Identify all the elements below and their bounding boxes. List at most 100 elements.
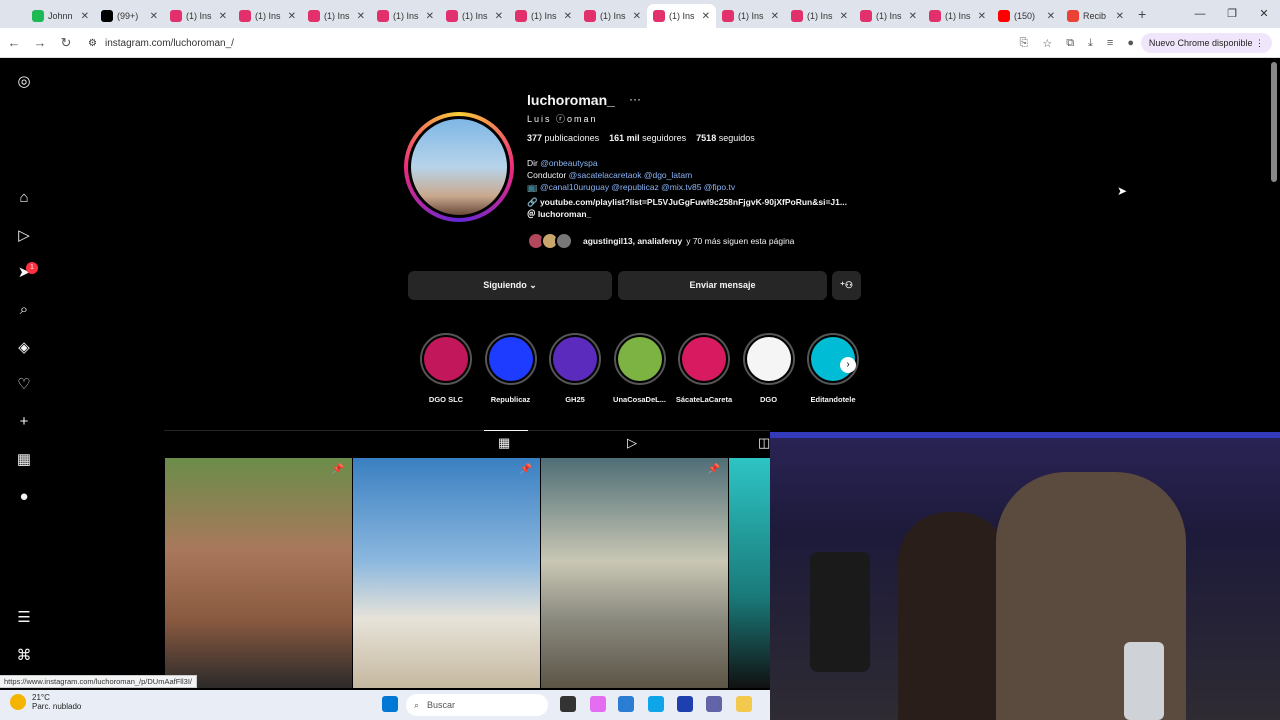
close-tab-icon[interactable]: ✕ xyxy=(219,11,227,22)
close-tab-icon[interactable]: ✕ xyxy=(564,11,572,22)
profile-avatar[interactable] xyxy=(404,112,514,222)
browser-tab[interactable]: (1) Ins ✕ xyxy=(371,4,440,28)
copilot-icon[interactable] xyxy=(590,696,606,712)
profile-avatar-icon[interactable]: ● xyxy=(14,487,34,507)
post-thumbnail[interactable]: 📌 xyxy=(541,458,728,688)
edge-icon[interactable] xyxy=(648,696,664,712)
post-thumbnail[interactable] xyxy=(729,458,770,688)
highlight-item[interactable]: Republicaz xyxy=(481,333,541,404)
site-info-icon[interactable]: ⚙ xyxy=(88,38,97,49)
weather-widget[interactable]: 21°C Parc. nublado xyxy=(10,693,81,711)
browser-tab[interactable]: (1) Ins ✕ xyxy=(716,4,785,28)
back-icon[interactable]: ← xyxy=(2,35,26,50)
profile-avatar-icon[interactable]: ● xyxy=(1127,37,1134,50)
browser-tab[interactable]: (1) Ins ✕ xyxy=(233,4,302,28)
chrome-update-button[interactable]: Nuevo Chrome disponible ⋮ xyxy=(1140,33,1272,53)
tab-title: (1) Ins xyxy=(807,11,833,21)
chevron-right-icon[interactable]: › xyxy=(840,357,856,373)
close-tab-icon[interactable]: ✕ xyxy=(81,11,89,22)
highlight-item[interactable]: DGO xyxy=(739,333,799,404)
outlook-icon[interactable] xyxy=(618,696,634,712)
browser-tab[interactable]: (1) Ins ✕ xyxy=(164,4,233,28)
install-icon[interactable]: ⎘ xyxy=(1020,37,1029,50)
media-icon[interactable]: ≡ xyxy=(1107,37,1113,50)
url-field[interactable]: ⚙ instagram.com/luchoroman_/ ⎘ ☆ ⧉ ⤓ ≡ ● xyxy=(80,32,1146,54)
browser-tab[interactable]: (99+) ✕ xyxy=(95,4,164,28)
browser-tab[interactable]: (1) Ins ✕ xyxy=(923,4,992,28)
followers-stat[interactable]: 161 mil seguidores xyxy=(609,133,686,143)
forward-icon[interactable]: → xyxy=(28,35,52,50)
close-tab-icon[interactable]: ✕ xyxy=(1116,11,1124,22)
browser-tab[interactable]: (1) Ins ✕ xyxy=(578,4,647,28)
grid-icon[interactable]: ▦ xyxy=(498,435,510,451)
post-thumbnail[interactable]: 📌 xyxy=(353,458,540,688)
create-icon[interactable]: + xyxy=(14,412,34,432)
highlight-item[interactable]: SácateLaCareta xyxy=(674,333,734,404)
home-icon[interactable]: ⌂ xyxy=(14,188,34,208)
close-tab-icon[interactable]: ✕ xyxy=(771,11,779,22)
following-button[interactable]: Siguiendo ⌄ xyxy=(408,271,612,300)
highlight-item[interactable]: UnaCosaDeL... xyxy=(610,333,670,404)
restore-icon[interactable]: ❐ xyxy=(1216,0,1248,28)
close-tab-icon[interactable]: ✕ xyxy=(495,11,503,22)
mutual-followers[interactable]: agustingil13, analiaferuy y 70 más sigue… xyxy=(527,232,794,250)
task-view-icon[interactable] xyxy=(560,696,576,712)
minimize-icon[interactable]: — xyxy=(1184,0,1216,28)
bio-mentions-line[interactable]: 📺 @canal10uruguay @republicaz @mix.tv85 … xyxy=(527,181,872,193)
explore-icon[interactable]: ◈ xyxy=(14,338,34,358)
highlight-item[interactable]: GH25 xyxy=(545,333,605,404)
search-icon[interactable]: ⌕ xyxy=(14,300,34,320)
browser-tab[interactable]: Recib ✕ xyxy=(1061,4,1130,28)
dashboard-icon[interactable]: ▦ xyxy=(14,450,34,470)
close-tab-icon[interactable]: ✕ xyxy=(288,11,296,22)
threads-link[interactable]: ＠ luchoroman_ xyxy=(527,208,872,220)
heart-icon[interactable]: ♡ xyxy=(14,375,34,395)
new-tab-button[interactable]: + xyxy=(1138,6,1146,22)
tab-favicon-icon xyxy=(101,10,113,22)
reload-icon[interactable]: ↻ xyxy=(54,35,78,51)
highlight-item[interactable]: DGO SLC xyxy=(416,333,476,404)
tagged-icon[interactable]: ◫ xyxy=(758,435,770,451)
teams-icon[interactable] xyxy=(706,696,722,712)
close-tab-icon[interactable]: ✕ xyxy=(978,11,986,22)
instagram-logo-icon[interactable]: ◎ xyxy=(14,72,34,92)
close-tab-icon[interactable]: ✕ xyxy=(840,11,848,22)
more-options-icon[interactable]: ··· xyxy=(629,92,641,106)
close-tab-icon[interactable]: ✕ xyxy=(357,11,365,22)
browser-tab[interactable]: (1) Ins ✕ xyxy=(302,4,371,28)
browser-tab[interactable]: (1) Ins ✕ xyxy=(854,4,923,28)
add-person-button[interactable]: ⁺⚇ xyxy=(832,271,861,300)
reels-tab-icon[interactable]: ▷ xyxy=(627,435,637,451)
close-tab-icon[interactable]: ✕ xyxy=(1047,11,1055,22)
bio-mention[interactable]: @onbeautyspa xyxy=(540,158,597,168)
menu-icon[interactable]: ☰ xyxy=(14,608,34,628)
download-icon[interactable]: ⤓ xyxy=(1088,37,1093,50)
send-message-button[interactable]: Enviar mensaje xyxy=(618,271,827,300)
close-tab-icon[interactable]: ✕ xyxy=(150,11,158,22)
close-window-icon[interactable]: ✕ xyxy=(1248,0,1280,28)
close-tab-icon[interactable]: ✕ xyxy=(426,11,434,22)
extensions-icon[interactable]: ⧉ xyxy=(1066,37,1074,50)
store-icon[interactable] xyxy=(677,696,693,712)
browser-tab[interactable]: Johnn ✕ xyxy=(26,4,95,28)
reels-icon[interactable]: ▷ xyxy=(14,226,34,246)
close-tab-icon[interactable]: ✕ xyxy=(702,11,710,22)
page-scrollbar[interactable] xyxy=(1271,62,1277,182)
browser-tab[interactable]: (150) ✕ xyxy=(992,4,1061,28)
bio-link[interactable]: 🔗 youtube.com/playlist?list=PL5VJuGgFuwl… xyxy=(527,196,872,208)
close-tab-icon[interactable]: ✕ xyxy=(633,11,641,22)
browser-tab[interactable]: (1) Ins ✕ xyxy=(785,4,854,28)
tab-title: (1) Ins xyxy=(945,11,971,21)
bio-mention[interactable]: @sacatelacaretaok @dgo_latam xyxy=(569,170,693,180)
bookmark-star-icon[interactable]: ☆ xyxy=(1042,37,1052,50)
windows-start-icon[interactable] xyxy=(382,696,398,712)
meta-icon[interactable]: ⌘ xyxy=(14,646,34,666)
post-thumbnail[interactable]: 📌 xyxy=(165,458,352,688)
browser-tab[interactable]: (1) Ins ✕ xyxy=(440,4,509,28)
file-explorer-icon[interactable] xyxy=(736,696,752,712)
browser-tab[interactable]: (1) Ins ✕ xyxy=(647,4,716,28)
browser-tab[interactable]: (1) Ins ✕ xyxy=(509,4,578,28)
following-stat[interactable]: 7518 seguidos xyxy=(696,133,755,143)
taskbar-search[interactable]: ⌕ Buscar xyxy=(406,694,548,716)
close-tab-icon[interactable]: ✕ xyxy=(909,11,917,22)
